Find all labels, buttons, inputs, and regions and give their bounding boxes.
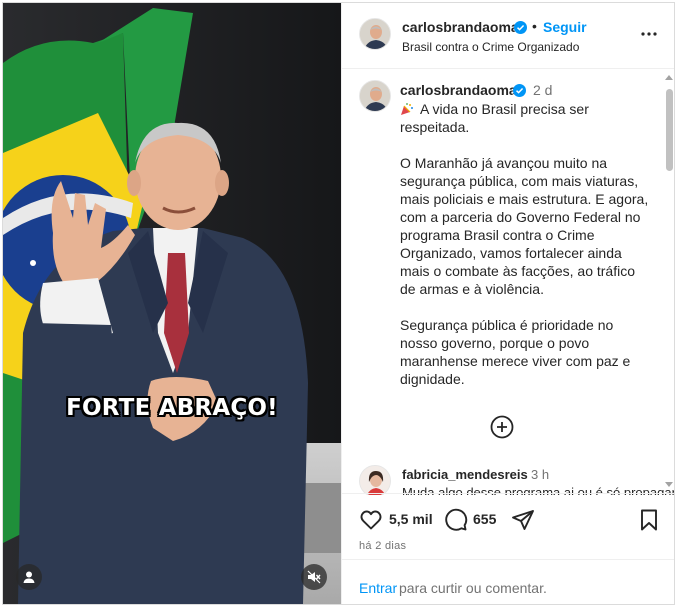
comment-count[interactable]: 655 [473,511,496,527]
comment-username[interactable]: fabricia_mendesreis [402,467,528,482]
verified-badge-icon [514,21,527,34]
more-options-icon[interactable] [640,25,658,43]
verified-badge-icon [513,84,526,97]
comments-section[interactable]: carlosbrandaoma 2 d A vida no Brasil pre… [342,70,674,495]
load-more-comments-icon[interactable] [490,415,514,439]
user-tag-icon [23,571,35,583]
caption-text: A vida no Brasil precisa ser respeitada.… [400,100,650,388]
scroll-thumb[interactable] [666,89,673,171]
post-details-panel: carlosbrandaoma • Seguir Brasil contra o… [341,3,674,604]
post-dialog: FORTE ABRAÇO! carlosbrandaoma • Seguir B… [2,2,675,605]
video-player[interactable]: FORTE ABRAÇO! [3,3,341,604]
profile-photo [360,19,390,49]
follow-button[interactable]: Seguir [543,19,587,35]
caption-username[interactable]: carlosbrandaoma [400,82,517,98]
party-popper-icon [401,103,413,115]
like-count[interactable]: 5,5 mil [389,511,433,527]
login-link[interactable]: Entrar [359,580,397,596]
avatar[interactable] [359,80,391,112]
scroll-down-arrow-icon[interactable] [665,482,673,487]
scroll-up-arrow-icon[interactable] [665,75,673,80]
author-username[interactable]: carlosbrandaoma [402,19,519,35]
avatar[interactable] [359,18,391,50]
post-actions: 5,5 mil 655 há 2 dias [342,493,674,555]
comment-timestamp[interactable]: 3 h [531,467,549,482]
post-header: carlosbrandaoma • Seguir Brasil contra o… [342,3,674,69]
post-date[interactable]: há 2 dias [359,540,406,552]
heart-icon[interactable] [359,508,383,532]
profile-photo [360,81,390,111]
video-frame [3,3,341,604]
comments-scrollbar[interactable] [663,71,674,493]
login-prompt-text: para curtir ou comentar. [399,580,547,596]
share-icon[interactable] [511,508,535,532]
profile-photo [360,466,390,495]
bookmark-icon[interactable] [638,508,660,532]
avatar[interactable] [359,465,391,495]
video-text-overlay: FORTE ABRAÇO! [66,395,278,421]
mute-toggle-button[interactable] [301,564,327,590]
comment-bubble-icon[interactable] [444,508,468,532]
caption-timestamp[interactable]: 2 d [533,82,552,98]
tagged-users-button[interactable] [16,564,42,590]
separator-dot: • [532,18,537,34]
speaker-muted-icon [307,570,321,584]
post-audio-title[interactable]: Brasil contra o Crime Organizado [402,40,579,54]
login-prompt: Entrar para curtir ou comentar. [342,559,674,604]
caption-body: A vida no Brasil precisa ser respeitada.… [400,101,649,387]
